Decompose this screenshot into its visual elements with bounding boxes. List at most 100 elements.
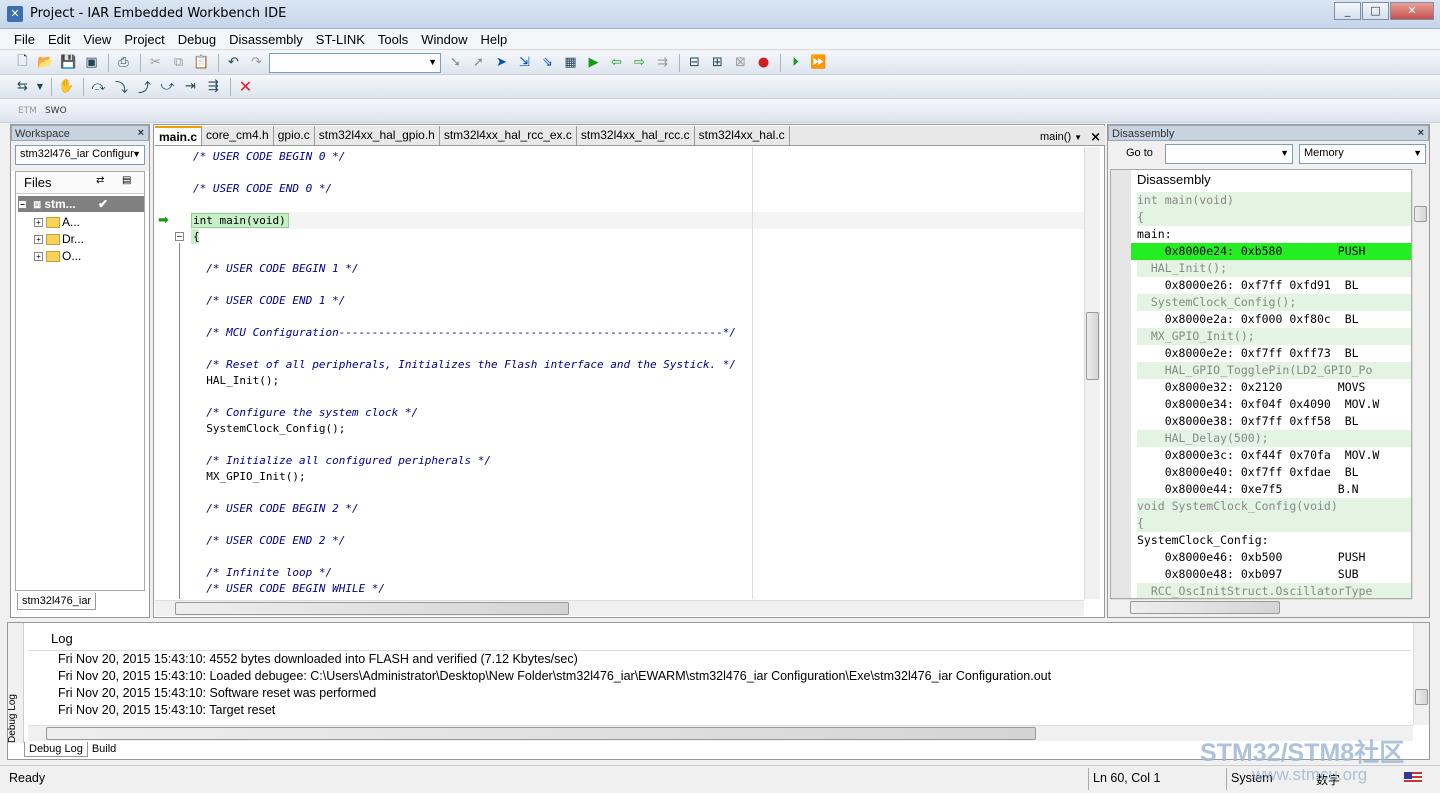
scroll-thumb[interactable] bbox=[1414, 206, 1427, 222]
minimize-button[interactable]: _ bbox=[1334, 2, 1361, 20]
next-bookmark-icon[interactable]: ⇘ bbox=[537, 52, 558, 73]
collapse-icon[interactable]: − bbox=[18, 200, 27, 210]
scroll-thumb[interactable] bbox=[1415, 689, 1428, 705]
code-line: /* Configure the system clock */ bbox=[193, 406, 419, 419]
open-folder-icon[interactable]: 📂 bbox=[35, 52, 56, 73]
new-file-icon[interactable]: 🗋 bbox=[12, 52, 33, 73]
toggle-bookmark-icon[interactable]: ⇲ bbox=[514, 52, 535, 73]
find-next-icon[interactable]: ➘ bbox=[445, 52, 466, 73]
menu-view[interactable]: View bbox=[77, 32, 118, 47]
navigate-forward-icon[interactable]: ⇨ bbox=[629, 52, 650, 73]
tab-main-c[interactable]: main.c bbox=[155, 126, 203, 145]
goto-input[interactable]: ▼ bbox=[1165, 144, 1293, 164]
navigate-back-icon[interactable]: ⇦ bbox=[606, 52, 627, 73]
paste-icon[interactable]: 📋 bbox=[191, 52, 212, 73]
toggle-breakpoint-icon[interactable]: ● bbox=[753, 52, 774, 73]
tab-hal-rcc-c[interactable]: stm32l4xx_hal_rcc.c bbox=[576, 126, 695, 145]
stop-build-icon[interactable]: ⊠ bbox=[730, 52, 751, 73]
print-icon[interactable]: ⎙ bbox=[113, 52, 134, 73]
editor-horizontal-scrollbar[interactable] bbox=[155, 600, 1084, 616]
cut-icon[interactable]: ✂ bbox=[145, 52, 166, 73]
stop-debugging-icon[interactable]: ✕ bbox=[235, 76, 256, 97]
close-icon[interactable]: × bbox=[1418, 127, 1424, 139]
expand-icon[interactable]: + bbox=[34, 252, 43, 262]
tree-item-app[interactable]: + A... bbox=[34, 214, 80, 230]
scroll-thumb[interactable] bbox=[1086, 312, 1099, 380]
save-icon[interactable]: 💾 bbox=[58, 52, 79, 73]
scroll-thumb[interactable] bbox=[1130, 601, 1280, 614]
close-window-button[interactable]: ✕ bbox=[1390, 2, 1434, 20]
tab-hal-rcc-ex-c[interactable]: stm32l4xx_hal_rcc_ex.c bbox=[439, 126, 577, 145]
settings-column-icon[interactable]: ▤ bbox=[122, 175, 131, 186]
fold-collapse-icon[interactable]: − bbox=[175, 232, 184, 241]
close-editor-icon[interactable]: × bbox=[1086, 130, 1105, 145]
function-navigator[interactable]: main() ▼ bbox=[1036, 129, 1086, 145]
chevron-down-icon: ▼ bbox=[132, 149, 141, 159]
menu-window[interactable]: Window bbox=[415, 32, 474, 47]
swo-button[interactable]: SWO bbox=[45, 106, 67, 116]
menu-file[interactable]: File bbox=[8, 32, 42, 47]
tree-item-output[interactable]: + O... bbox=[34, 248, 81, 264]
log-column-header[interactable]: Log bbox=[51, 631, 73, 646]
menu-project[interactable]: Project bbox=[118, 32, 171, 47]
copy-icon[interactable]: ⧉ bbox=[168, 52, 189, 73]
make-icon[interactable]: ⇉ bbox=[652, 52, 673, 73]
maximize-button[interactable]: □ bbox=[1362, 2, 1389, 20]
run-to-cursor-icon[interactable]: ⇥ bbox=[180, 76, 201, 97]
break-icon[interactable]: ✋ bbox=[56, 76, 77, 97]
config-column-icon[interactable]: ⇄ bbox=[96, 175, 104, 186]
menu-tools[interactable]: Tools bbox=[372, 32, 415, 47]
next-statement-icon[interactable]: ⤻ bbox=[157, 76, 178, 97]
tab-core-cm4-h[interactable]: core_cm4.h bbox=[202, 126, 274, 145]
redo-icon[interactable]: ↷ bbox=[246, 52, 267, 73]
menu-disassembly[interactable]: Disassembly bbox=[223, 32, 310, 47]
go-icon[interactable]: ⇶ bbox=[203, 76, 224, 97]
tab-hal-gpio-h[interactable]: stm32l4xx_hal_gpio.h bbox=[314, 126, 440, 145]
find-combo[interactable]: ▼ bbox=[269, 52, 441, 73]
disassembly-listing[interactable]: Disassembly int main(void){main: 0x8000e… bbox=[1110, 169, 1412, 599]
step-out-icon[interactable]: ⤴ bbox=[134, 76, 155, 97]
tree-root-project[interactable]: − ⧈ stm... ✔ bbox=[18, 196, 144, 212]
tree-item-label: Dr... bbox=[62, 232, 85, 246]
disassembly-vertical-scrollbar[interactable] bbox=[1412, 169, 1428, 599]
undo-icon[interactable]: ↶ bbox=[223, 52, 244, 73]
download-and-debug-icon[interactable]: ⏵ bbox=[785, 52, 806, 73]
reset-icon[interactable]: ⇆ bbox=[12, 76, 33, 97]
etm-button[interactable]: ETM bbox=[18, 106, 37, 116]
tab-gpio-c[interactable]: gpio.c bbox=[273, 126, 315, 145]
close-icon[interactable]: × bbox=[138, 127, 144, 139]
code-area[interactable]: /* USER CODE BEGIN 0 */ /* USER CODE END … bbox=[191, 147, 1084, 599]
disassembly-horizontal-scrollbar[interactable] bbox=[1110, 599, 1412, 615]
expand-icon[interactable]: + bbox=[34, 235, 43, 245]
reset-dropdown-icon[interactable]: ▼ bbox=[35, 76, 45, 97]
workspace-tab-project[interactable]: stm32l476_iar bbox=[17, 593, 97, 610]
debug-no-download-icon[interactable]: ⊞ bbox=[707, 52, 728, 73]
code-line: /* USER CODE BEGIN 2 */ bbox=[193, 502, 359, 515]
configuration-select[interactable]: stm32l476_iar Configur ▼ bbox=[15, 145, 145, 165]
goto-icon[interactable]: ▦ bbox=[560, 52, 581, 73]
find-previous-icon[interactable]: ➚ bbox=[468, 52, 489, 73]
step-over-icon[interactable]: ⤼ bbox=[88, 76, 109, 97]
scroll-thumb[interactable] bbox=[175, 602, 569, 615]
scroll-thumb[interactable] bbox=[46, 727, 1036, 740]
menu-st-link[interactable]: ST-LINK bbox=[310, 32, 372, 47]
menu-help[interactable]: Help bbox=[475, 32, 515, 47]
log-vertical-scrollbar[interactable] bbox=[1413, 623, 1429, 725]
debug-without-download-icon[interactable]: ⏩ bbox=[808, 52, 829, 73]
tab-build[interactable]: Build bbox=[88, 742, 120, 757]
save-all-icon[interactable]: ▣ bbox=[81, 52, 102, 73]
debug-download-icon[interactable]: ⊟ bbox=[684, 52, 705, 73]
expand-icon[interactable]: + bbox=[34, 218, 43, 228]
navigate-icon[interactable]: ➤ bbox=[491, 52, 512, 73]
tree-item-drivers[interactable]: + Dr... bbox=[34, 231, 84, 247]
compile-icon[interactable]: ▶ bbox=[583, 52, 604, 73]
files-column-header[interactable]: Files bbox=[24, 175, 51, 190]
menu-debug[interactable]: Debug bbox=[172, 32, 223, 47]
memory-zone-select[interactable]: Memory ▼ bbox=[1299, 144, 1426, 164]
menu-edit[interactable]: Edit bbox=[42, 32, 77, 47]
tab-hal-c[interactable]: stm32l4xx_hal.c bbox=[694, 126, 790, 145]
step-into-icon[interactable]: ⤵ bbox=[111, 76, 132, 97]
editor-vertical-scrollbar[interactable] bbox=[1084, 147, 1100, 599]
right-margin-line bbox=[752, 147, 753, 599]
tab-debug-log[interactable]: Debug Log bbox=[24, 742, 88, 757]
